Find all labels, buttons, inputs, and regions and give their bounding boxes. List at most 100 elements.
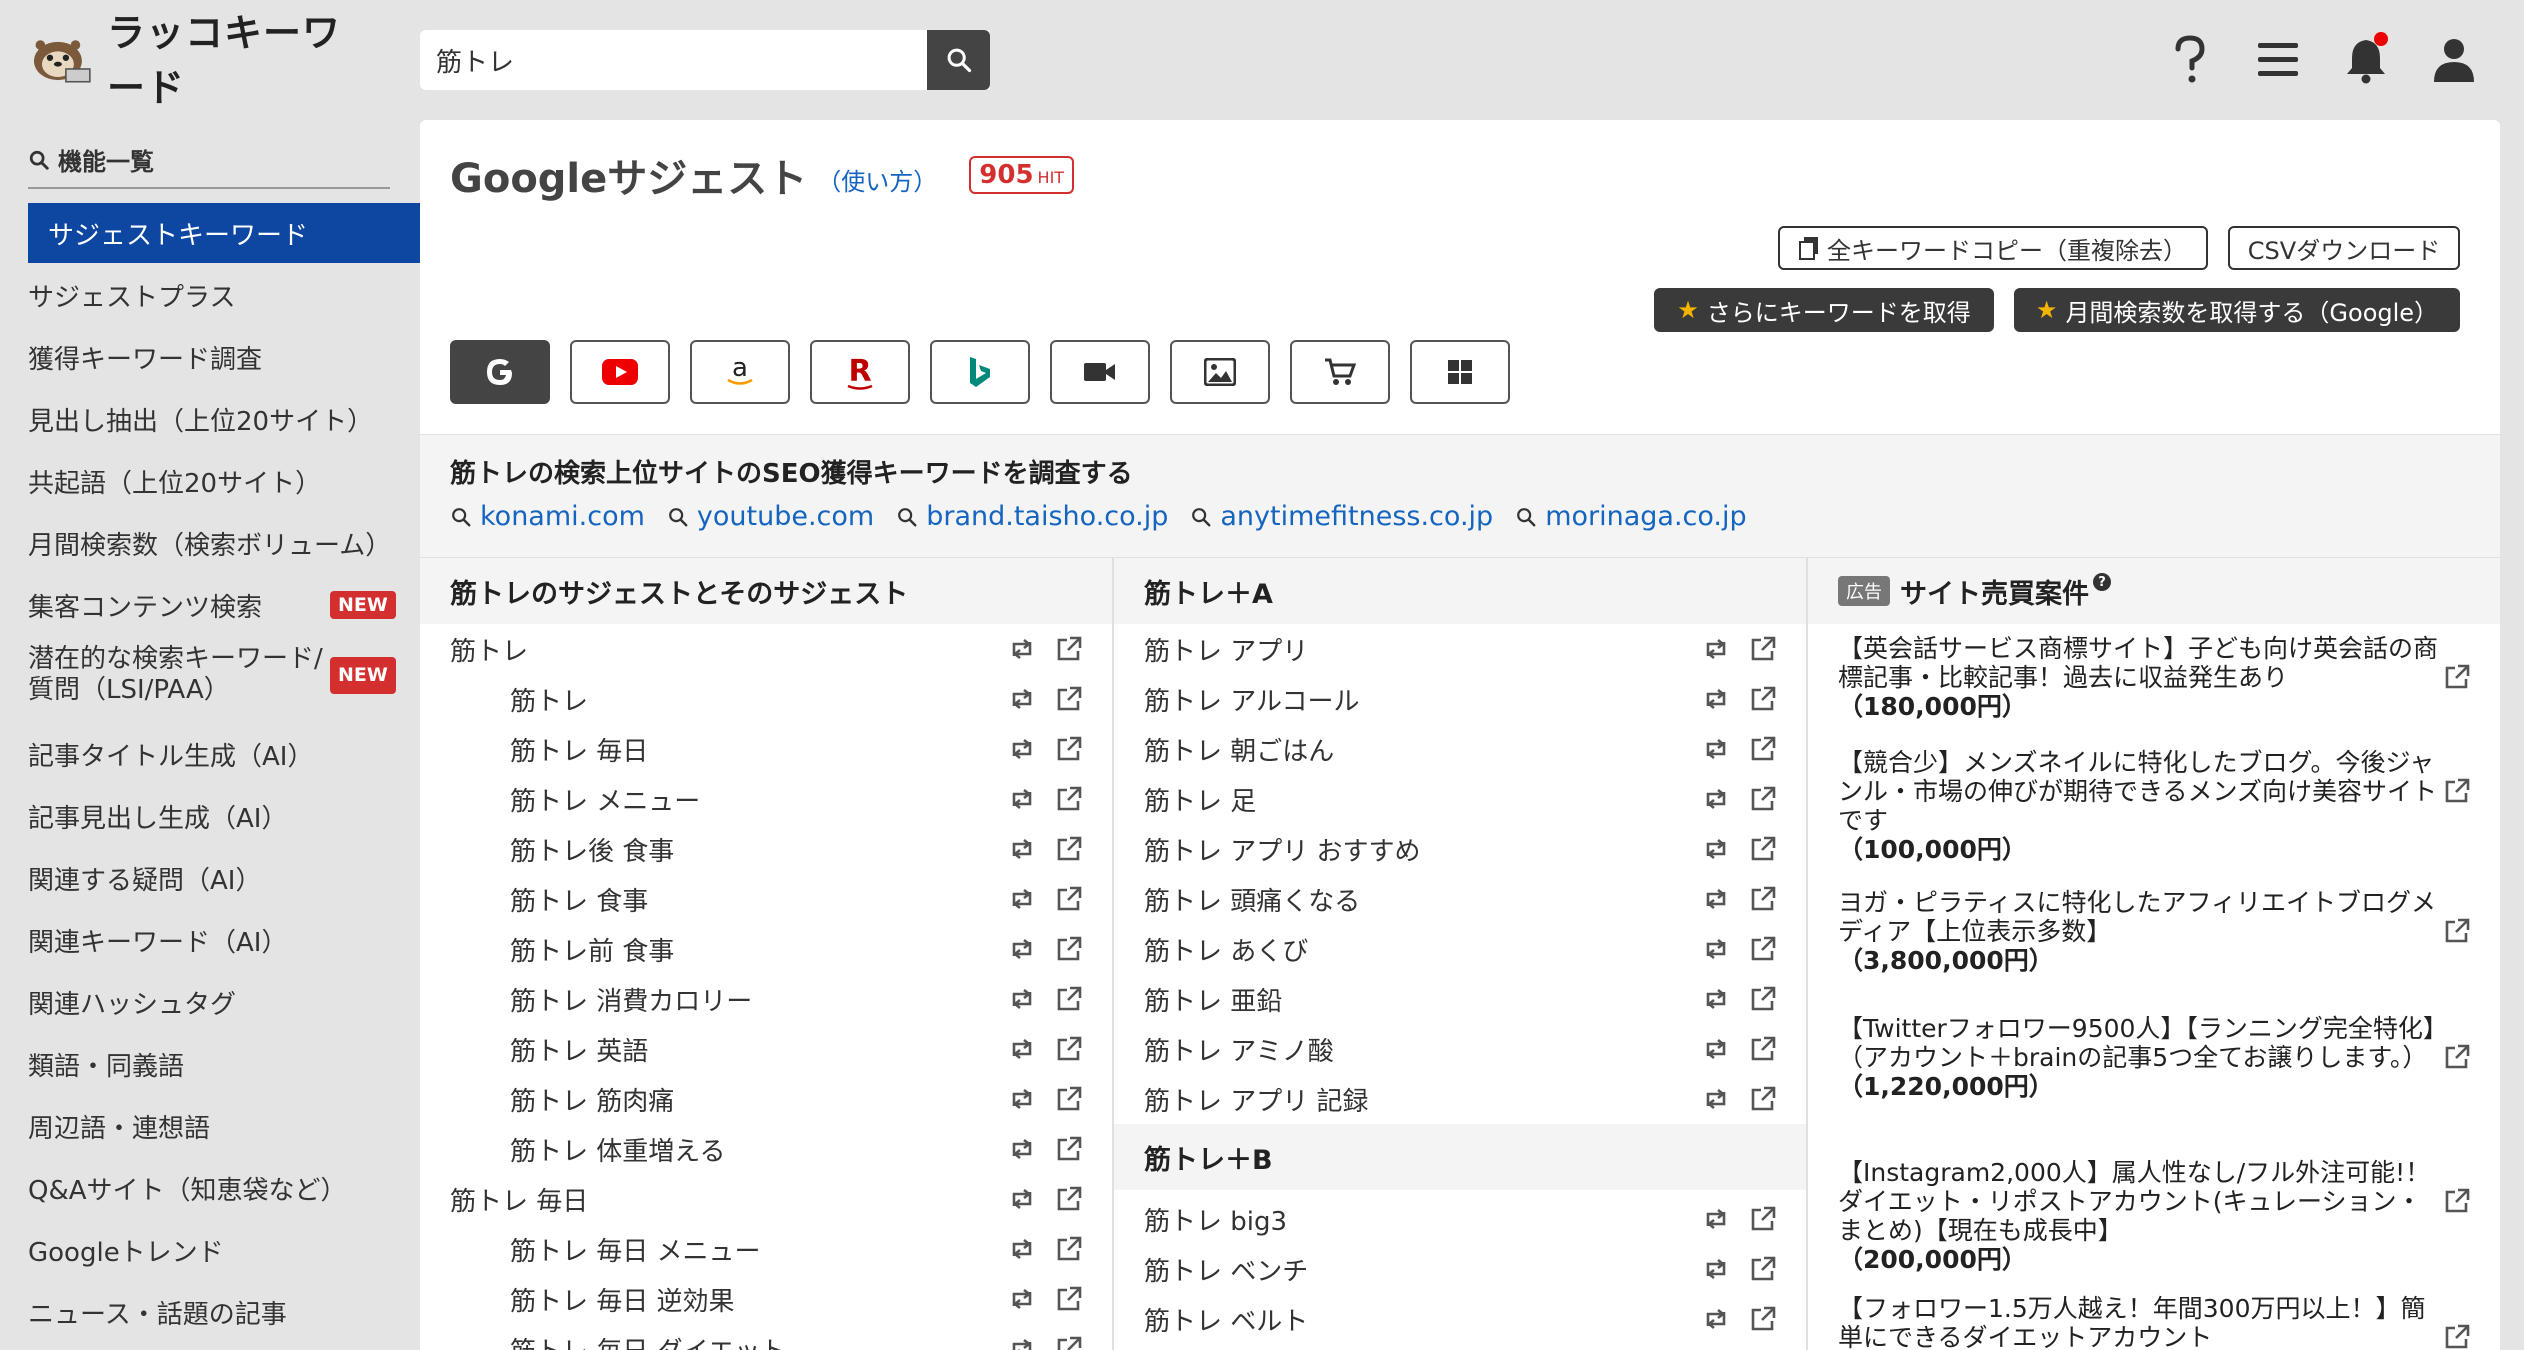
external-link-icon[interactable]	[1750, 986, 1776, 1016]
external-link-icon[interactable]	[1056, 636, 1082, 666]
sidebar-item-search-volume[interactable]: 月間検索数（検索ボリューム）	[0, 512, 420, 574]
external-link-icon[interactable]	[2444, 1188, 2470, 1218]
dig-deeper-icon[interactable]	[1008, 938, 1036, 964]
ad-item[interactable]: 【英会話サービス商標サイト】子ども向け英会話の商標記事・比較記事！過去に収益発生…	[1838, 634, 2438, 721]
external-link-icon[interactable]	[1056, 1036, 1082, 1066]
menu-icon[interactable]	[2248, 30, 2308, 90]
dig-deeper-icon[interactable]	[1702, 838, 1730, 864]
keyword-row[interactable]: 筋トレ 足	[1144, 774, 1624, 824]
keyword-row[interactable]: 筋トレ あくび	[1144, 924, 1624, 974]
external-link-icon[interactable]	[1056, 1086, 1082, 1116]
keyword-row[interactable]: 筋トレ 毎日	[510, 724, 930, 774]
keyword-row[interactable]: 筋トレ アプリ おすすめ	[1144, 824, 1624, 874]
external-link-icon[interactable]	[1750, 836, 1776, 866]
external-link-icon[interactable]	[2444, 664, 2470, 694]
dig-deeper-icon[interactable]	[1702, 738, 1730, 764]
more-keywords-button[interactable]: ★ さらにキーワードを取得	[1654, 288, 1994, 332]
sidebar-item-ai-title[interactable]: 記事タイトル生成（AI）	[0, 723, 420, 785]
external-link-icon[interactable]	[1056, 1136, 1082, 1166]
ad-item[interactable]: 【フォロワー1.5万人越え！年間300万円以上！】簡単にできるダイエットアカウン…	[1838, 1294, 2438, 1350]
keyword-row[interactable]: 筋トレ アミノ酸	[1144, 1024, 1624, 1074]
dig-deeper-icon[interactable]	[1702, 1038, 1730, 1064]
dig-deeper-icon[interactable]	[1008, 988, 1036, 1014]
dig-deeper-icon[interactable]	[1008, 638, 1036, 664]
sidebar-item-ai-keywords[interactable]: 関連キーワード（AI）	[0, 909, 420, 971]
external-link-icon[interactable]	[1750, 1036, 1776, 1066]
keyword-row[interactable]: 筋トレ 食事	[510, 874, 930, 924]
external-link-icon[interactable]	[1056, 986, 1082, 1016]
dig-deeper-icon[interactable]	[1008, 888, 1036, 914]
keyword-row[interactable]: 筋トレ ベンチ	[1144, 1244, 1624, 1294]
user-icon[interactable]	[2424, 30, 2484, 90]
dig-deeper-icon[interactable]	[1008, 1188, 1036, 1214]
howto-link[interactable]: （使い方）	[817, 162, 937, 197]
sidebar-item-hashtags[interactable]: 関連ハッシュタグ	[0, 971, 420, 1033]
dig-deeper-icon[interactable]	[1702, 938, 1730, 964]
engine-video-button[interactable]	[1050, 340, 1150, 404]
dig-deeper-icon[interactable]	[1008, 688, 1036, 714]
dig-deeper-icon[interactable]	[1008, 1238, 1036, 1264]
engine-google-button[interactable]	[450, 340, 550, 404]
external-link-icon[interactable]	[1750, 1206, 1776, 1236]
keyword-row[interactable]: 筋トレ 朝ごはん	[1144, 724, 1624, 774]
keyword-row[interactable]: 筋トレ前 食事	[510, 924, 930, 974]
keyword-row[interactable]: 筋トレ アプリ	[1144, 624, 1624, 674]
engine-youtube-button[interactable]	[570, 340, 670, 404]
seo-site-link[interactable]: konami.com	[450, 501, 645, 532]
dig-deeper-icon[interactable]	[1702, 988, 1730, 1014]
sidebar-item-synonyms[interactable]: 類語・同義語	[0, 1033, 420, 1095]
keyword-row[interactable]: 筋トレ メニュー	[510, 774, 930, 824]
keyword-row[interactable]: 筋トレ 毎日 メニュー	[510, 1224, 930, 1274]
seo-site-link[interactable]: youtube.com	[667, 501, 874, 532]
keyword-row[interactable]: 筋トレ アプリ 記録	[1144, 1074, 1624, 1124]
external-link-icon[interactable]	[1750, 1306, 1776, 1336]
sidebar-item-ai-headings[interactable]: 記事見出し生成（AI）	[0, 785, 420, 847]
external-link-icon[interactable]	[1056, 1186, 1082, 1216]
help-icon[interactable]	[2160, 30, 2220, 90]
keyword-row[interactable]: 筋トレ 毎日	[450, 1174, 870, 1224]
keyword-row[interactable]: 筋トレ	[450, 624, 870, 674]
search-button[interactable]	[927, 30, 990, 90]
external-link-icon[interactable]	[2444, 1324, 2470, 1350]
sidebar-item-lsi-paa[interactable]: 潜在的な検索キーワード/ 質問（LSI/PAA） NEW	[0, 640, 420, 710]
sidebar-item-content-search[interactable]: 集客コンテンツ検索 NEW	[0, 574, 420, 636]
help-icon[interactable]: ?	[2093, 573, 2111, 591]
keyword-row[interactable]: 筋トレ 毎日 ダイエット	[510, 1324, 930, 1350]
keyword-row[interactable]: 筋トレ 筋肉痛	[510, 1074, 930, 1124]
seo-site-link[interactable]: brand.taisho.co.jp	[896, 501, 1168, 532]
keyword-row[interactable]: 筋トレ 英語	[510, 1024, 930, 1074]
sidebar-item-headings[interactable]: 見出し抽出（上位20サイト）	[0, 388, 420, 450]
external-link-icon[interactable]	[1056, 1236, 1082, 1266]
engine-bing-button[interactable]	[930, 340, 1030, 404]
dig-deeper-icon[interactable]	[1008, 1288, 1036, 1314]
keyword-row[interactable]: 筋トレ 亜鉛	[1144, 974, 1624, 1024]
engine-rakuten-button[interactable]: R	[810, 340, 910, 404]
keyword-row[interactable]: 筋トレ アルコール	[1144, 674, 1624, 724]
sidebar-item-google-trends[interactable]: Googleトレンド	[0, 1219, 420, 1281]
sidebar-item-ai-questions[interactable]: 関連する疑問（AI）	[0, 847, 420, 909]
external-link-icon[interactable]	[1750, 936, 1776, 966]
external-link-icon[interactable]	[1056, 836, 1082, 866]
sidebar-item-cooccurrence[interactable]: 共起語（上位20サイト）	[0, 450, 420, 512]
external-link-icon[interactable]	[1750, 886, 1776, 916]
dig-deeper-icon[interactable]	[1702, 788, 1730, 814]
sidebar-item-suggest[interactable]: サジェストキーワード	[28, 203, 420, 263]
engine-amazon-button[interactable]: a	[690, 340, 790, 404]
sidebar-item-news[interactable]: ニュース・話題の記事	[0, 1281, 420, 1343]
external-link-icon[interactable]	[1750, 636, 1776, 666]
dig-deeper-icon[interactable]	[1702, 1258, 1730, 1284]
dig-deeper-icon[interactable]	[1702, 1308, 1730, 1334]
dig-deeper-icon[interactable]	[1702, 888, 1730, 914]
external-link-icon[interactable]	[1750, 1256, 1776, 1286]
external-link-icon[interactable]	[1056, 1336, 1082, 1350]
external-link-icon[interactable]	[1750, 1086, 1776, 1116]
bell-icon[interactable]	[2336, 30, 2396, 90]
csv-download-button[interactable]: CSVダウンロード	[2228, 226, 2460, 270]
external-link-icon[interactable]	[2444, 1044, 2470, 1074]
dig-deeper-icon[interactable]	[1008, 838, 1036, 864]
dig-deeper-icon[interactable]	[1702, 638, 1730, 664]
dig-deeper-icon[interactable]	[1008, 1038, 1036, 1064]
keyword-row[interactable]: 筋トレ後 食事	[510, 824, 930, 874]
engine-shopping-button[interactable]	[1290, 340, 1390, 404]
copy-all-button[interactable]: 全キーワードコピー（重複除去）	[1778, 226, 2208, 270]
